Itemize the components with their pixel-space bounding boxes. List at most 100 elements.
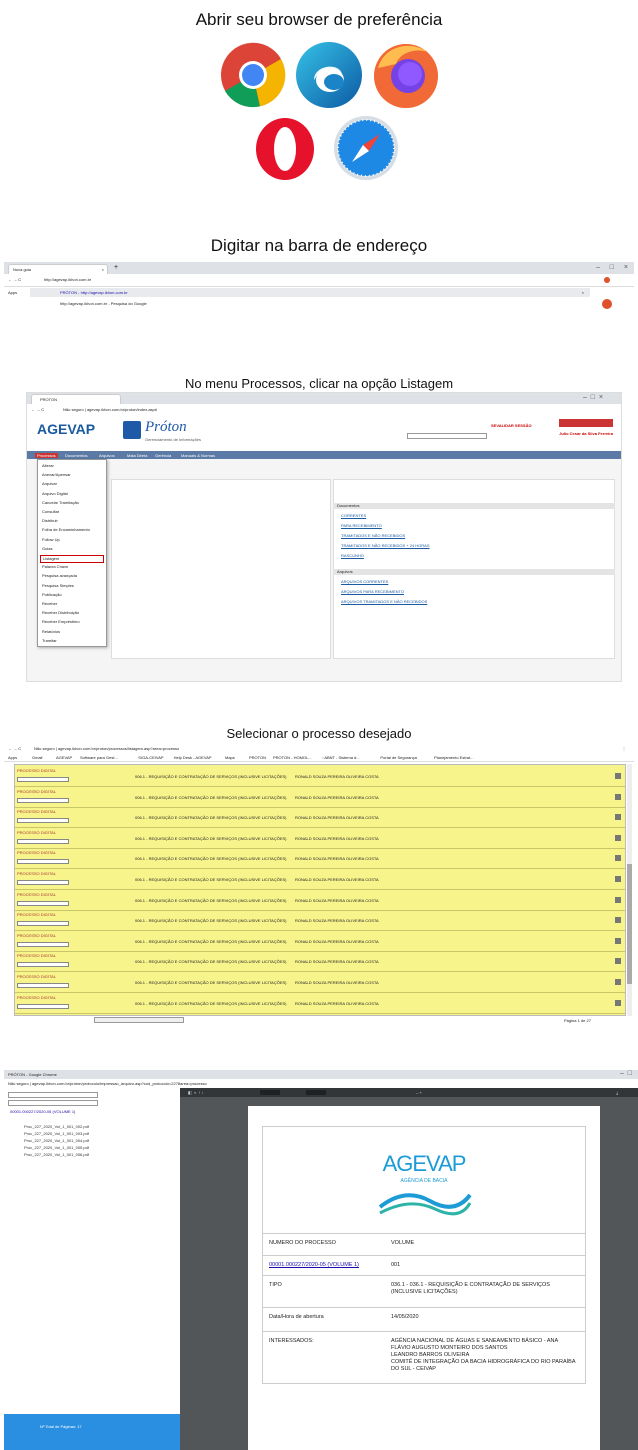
- print-icon[interactable]: [615, 999, 621, 1006]
- menu-item-19[interactable]: Tramitar: [40, 638, 104, 646]
- bookmark-0[interactable]: Apps: [8, 755, 17, 760]
- address-bar[interactable]: Não seguro | agevap.ikhon.com.br/proton/…: [34, 746, 179, 751]
- bookmark-10[interactable]: Portal de Segurança: [380, 755, 416, 760]
- address-bar[interactable]: Não seguro | agevap.ikhon.com.br/proton/…: [63, 407, 157, 412]
- table-row[interactable]: PROCESSO DIGITAL 006.1 - REQUISIÇÃO E CON…: [15, 849, 625, 870]
- print-icon[interactable]: [615, 937, 621, 944]
- menu-item-8[interactable]: Follow Up: [40, 537, 104, 545]
- menu-item-2[interactable]: Arquivar: [40, 481, 104, 489]
- menu-item-13[interactable]: Pesquisa Simples: [40, 583, 104, 591]
- process-person: RONALD SOUZA PEREIRA OLIVEIRA COSTA: [295, 918, 379, 924]
- print-icon[interactable]: [615, 917, 621, 924]
- process-select[interactable]: [17, 900, 69, 906]
- bookmark-9[interactable]: ::ABNT - Sistema d...: [322, 755, 360, 760]
- print-icon[interactable]: [615, 834, 621, 841]
- menu-item-11[interactable]: Palavra Chave: [40, 564, 104, 572]
- pdf-page: AGEVAP AGÊNCIA DE BACIA NUMERO DO PROCES…: [248, 1106, 600, 1450]
- bookmark-6[interactable]: Maps: [225, 755, 235, 760]
- arquivos-link-0[interactable]: ARQUIVOS CORRENTES: [341, 579, 601, 589]
- table-row[interactable]: PROCESSO DIGITAL 006.1 - REQUISIÇÃO E CON…: [15, 973, 625, 993]
- print-icon[interactable]: [615, 793, 621, 800]
- print-icon[interactable]: [615, 773, 621, 779]
- tree-file-3[interactable]: Proc_227_2020_Vol_1_001_005.pdf: [24, 1145, 89, 1152]
- bookmark-3[interactable]: Software para Gest...: [80, 755, 118, 760]
- documentos-link-0[interactable]: CORRENTES: [341, 513, 601, 523]
- documentos-link-2[interactable]: TRAMITADOS E NÃO RECEBIDOS: [341, 533, 601, 543]
- print-icon[interactable]: [615, 855, 621, 862]
- menu-item-4[interactable]: Cancelar Tramitação: [40, 500, 104, 508]
- process-select[interactable]: [17, 921, 69, 927]
- process-person: RONALD SOUZA PEREIRA OLIVEIRA COSTA: [295, 938, 379, 944]
- print-icon[interactable]: [615, 958, 621, 965]
- tree-root[interactable]: 00001.000227/2020-05 (VOLUME 1): [10, 1109, 75, 1114]
- bookmark-8[interactable]: PROTON - HOMOL...: [273, 755, 312, 760]
- table-row[interactable]: PROCESSO DIGITAL 006.1 - REQUISIÇÃO E CON…: [15, 932, 625, 952]
- menu-item-16[interactable]: Receber Distribuição: [40, 610, 104, 618]
- process-person: RONALD SOUZA PEREIRA OLIVEIRA COSTA: [295, 1000, 379, 1006]
- print-icon[interactable]: [615, 876, 621, 882]
- bookmark-4[interactable]: SIGA-CEIVAP: [138, 755, 163, 760]
- pdf-field-value: 001: [391, 1262, 401, 1268]
- process-select[interactable]: [17, 818, 69, 824]
- bookmark-5[interactable]: Help Desk - AGEVAP: [174, 755, 212, 760]
- process-select[interactable]: [17, 797, 69, 803]
- menu-item-18[interactable]: Relatórios: [40, 629, 104, 637]
- print-icon[interactable]: [615, 979, 621, 985]
- menu-item-10[interactable]: Listagem: [40, 555, 104, 563]
- bookmark-7[interactable]: PROTON: [249, 755, 266, 760]
- table-row[interactable]: PROCESSO DIGITAL 006.1 - REQUISIÇÃO E CON…: [15, 870, 625, 890]
- process-select[interactable]: [17, 983, 69, 988]
- menu-item-0[interactable]: Alterar: [40, 463, 104, 471]
- documentos-link-3[interactable]: TRAMITADOS E NÃO RECEBIDOS + 24 HORAS: [341, 543, 601, 553]
- tree-file-0[interactable]: Proc_227_2020_Vol_1_001_002.pdf: [24, 1124, 89, 1131]
- address-bar[interactable]: Não seguro | agevap.ikhon.com.br/proton/…: [8, 1081, 207, 1086]
- menu-processos[interactable]: Processos: [35, 453, 58, 458]
- arquivos-link-1[interactable]: ARQUIVOS PARA RECEBIMENTO: [341, 589, 601, 599]
- process-type: 006.1 - REQUISIÇÃO E CONTRATAÇÃO DE SERV…: [135, 980, 287, 985]
- tree-file-2[interactable]: Proc_227_2020_Vol_1_001_004.pdf: [24, 1138, 89, 1145]
- arquivos-link-2[interactable]: ARQUIVOS TRAMITADOS E NÃO RECEBIDOS: [341, 599, 601, 609]
- tree-file-1[interactable]: Proc_227_2020_Vol_1_001_003.pdf: [24, 1131, 89, 1138]
- process-select[interactable]: [17, 941, 69, 947]
- menu-item-7[interactable]: Folha de Encaminhamento: [40, 527, 104, 535]
- menu-item-17[interactable]: Receber Empréstimo: [40, 619, 104, 627]
- process-select[interactable]: [17, 1003, 69, 1009]
- suggestion-proton[interactable]: PRÓTON - http://agevap.ikhon.com.br: [60, 290, 128, 295]
- agevap-doc-logo: AGEVAP: [382, 1151, 467, 1176]
- print-icon[interactable]: [615, 896, 621, 903]
- process-select[interactable]: [17, 859, 69, 865]
- menu-item-15[interactable]: Receber: [40, 601, 104, 609]
- process-badge: PROCESSO DIGITAL: [17, 788, 57, 794]
- menu-item-12[interactable]: Pesquisa avançada: [40, 573, 104, 581]
- process-person: RONALD SOUZA PEREIRA OLIVEIRA COSTA: [295, 959, 379, 965]
- process-select[interactable]: [17, 777, 69, 782]
- menu-item-14[interactable]: Publicação: [40, 592, 104, 600]
- menu-item-5[interactable]: Consultar: [40, 509, 104, 517]
- tree-file-4[interactable]: Proc_227_2020_Vol_1_001_006.pdf: [24, 1152, 89, 1159]
- process-select[interactable]: [17, 962, 69, 968]
- suggestion-google[interactable]: http://agevap.ikhon.com.br - Pesquisa do…: [60, 301, 147, 306]
- documentos-link-4[interactable]: RASCUNHO: [341, 553, 601, 563]
- menu-item-3[interactable]: Arquivo Digital: [40, 491, 104, 499]
- menu-item-6[interactable]: Distribuir: [40, 518, 104, 526]
- bookmark-2[interactable]: AGEVAP: [56, 755, 72, 760]
- print-icon[interactable]: [615, 814, 621, 821]
- table-row[interactable]: PROCESSO DIGITAL 006.1 - REQUISIÇÃO E CON…: [15, 994, 625, 1014]
- menu-item-1[interactable]: Anexar/Apensar: [40, 472, 104, 480]
- table-row[interactable]: PROCESSO DIGITAL 006.1 - REQUISIÇÃO E CON…: [15, 808, 625, 829]
- table-row[interactable]: PROCESSO DIGITAL 006.1 - REQUISIÇÃO E CON…: [15, 891, 625, 911]
- bookmark-11[interactable]: Planejamento Estrat...: [434, 755, 473, 760]
- menu-item-9[interactable]: Guias: [40, 546, 104, 554]
- bookmark-1[interactable]: Gmail: [32, 755, 42, 760]
- table-row[interactable]: PROCESSO DIGITAL 006.1 - REQUISIÇÃO E CON…: [15, 767, 625, 787]
- address-bar[interactable]: http://agevap.ikhon.com.br: [44, 277, 91, 282]
- documentos-link-1[interactable]: PARA RECEBIMENTO: [341, 523, 601, 533]
- table-row[interactable]: PROCESSO DIGITAL 006.1 - REQUISIÇÃO E CON…: [15, 788, 625, 808]
- pdf-field-label: NUMERO DO PROCESSO: [269, 1240, 336, 1246]
- table-row[interactable]: PROCESSO DIGITAL 006.1 - REQUISIÇÃO E CON…: [15, 952, 625, 973]
- tab-new[interactable]: Nova guia: [13, 267, 31, 272]
- process-select[interactable]: [17, 838, 69, 844]
- table-row[interactable]: PROCESSO DIGITAL 006.1 - REQUISIÇÃO E CON…: [15, 829, 625, 849]
- process-select[interactable]: [17, 880, 69, 885]
- table-row[interactable]: PROCESSO DIGITAL 006.1 - REQUISIÇÃO E CON…: [15, 911, 625, 932]
